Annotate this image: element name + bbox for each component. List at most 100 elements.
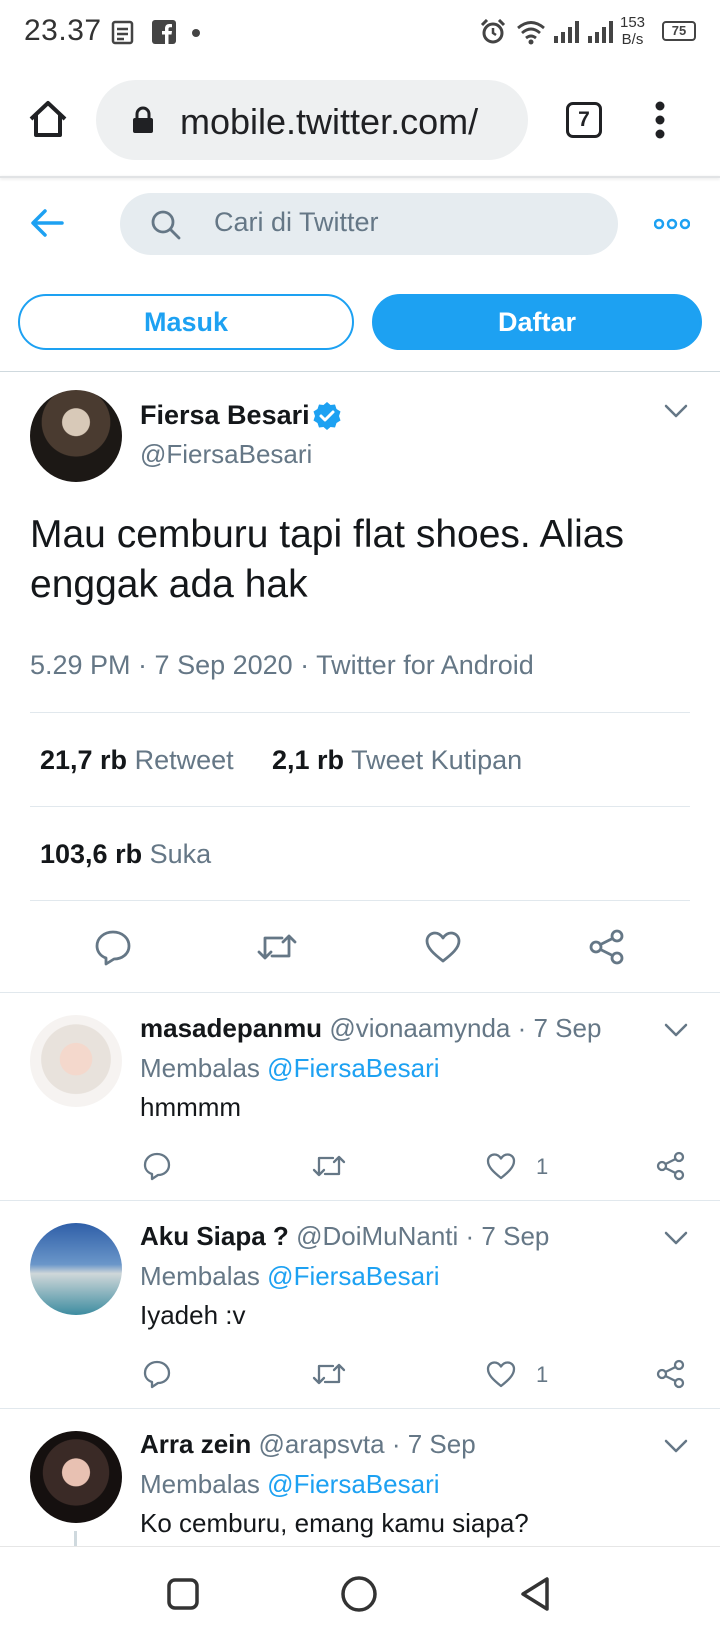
share-icon[interactable] xyxy=(656,1359,686,1389)
home-nav-icon[interactable] xyxy=(340,1575,378,1613)
quotes-count: 2,1 rb xyxy=(272,745,345,775)
search-bar[interactable] xyxy=(120,193,618,255)
replying-to: Membalas @FiersaBesari xyxy=(140,1053,440,1084)
stats-divider-middle xyxy=(30,806,690,807)
reply-like-count: 1 xyxy=(536,1154,549,1179)
url-bar[interactable]: mobile.twitter.com/ xyxy=(96,80,528,160)
reply-icon[interactable] xyxy=(94,928,132,966)
status-time: 23.37 xyxy=(24,14,102,47)
reply-avatar[interactable] xyxy=(30,1015,122,1107)
reply-avatar[interactable] xyxy=(30,1431,122,1523)
reply-header: masadepanmu @vionaamynda · 7 Sep xyxy=(140,1013,601,1044)
replying-to: Membalas @FiersaBesari xyxy=(140,1469,440,1500)
reply-author-handle[interactable]: @DoiMuNanti xyxy=(296,1221,458,1251)
reply-author-name[interactable]: masadepanmu xyxy=(140,1013,322,1043)
tweet-text: Mau cemburu tapi flat shoes. Alias engga… xyxy=(30,513,624,606)
likes-stat[interactable]: 103,6 rb Suka xyxy=(40,839,211,870)
retweets-count: 21,7 rb xyxy=(40,745,128,775)
search-icon xyxy=(151,210,181,240)
reply-author-name[interactable]: Aku Siapa ? xyxy=(140,1221,289,1251)
reply-caret-icon[interactable] xyxy=(664,1023,688,1037)
status-bar: 23.37 153 B/s 75 xyxy=(0,0,720,66)
more-options-icon[interactable] xyxy=(654,218,690,230)
retweet-icon[interactable] xyxy=(256,930,298,964)
reply-header: Aku Siapa ? @DoiMuNanti · 7 Sep xyxy=(140,1221,549,1252)
replying-to-handle[interactable]: @FiersaBesari xyxy=(267,1053,439,1083)
like-icon[interactable] xyxy=(486,1152,516,1180)
news-notification-icon xyxy=(111,20,134,45)
quotes-stat[interactable]: 2,1 rb Tweet Kutipan xyxy=(272,745,522,776)
replying-to-prefix: Membalas xyxy=(140,1469,260,1499)
reply-date: · 7 Sep xyxy=(465,1221,550,1251)
reply-date: · 7 Sep xyxy=(391,1429,476,1459)
retweets-label: Retweet xyxy=(134,745,234,775)
login-button[interactable]: Masuk xyxy=(18,294,354,350)
retweet-icon[interactable] xyxy=(312,1152,346,1180)
reply-author-handle[interactable]: @arapsvta xyxy=(259,1429,385,1459)
network-speed: 153 B/s xyxy=(620,14,645,48)
thread-line xyxy=(74,1531,77,1546)
like-icon[interactable] xyxy=(486,1360,516,1388)
reply-author-handle[interactable]: @vionaamynda xyxy=(329,1013,510,1043)
lock-icon xyxy=(133,106,153,133)
back-nav-icon[interactable] xyxy=(518,1575,552,1613)
likes-count: 103,6 rb xyxy=(40,839,143,869)
likes-label: Suka xyxy=(149,839,212,869)
author-name-text[interactable]: Fiersa Besari xyxy=(140,400,310,430)
browser-menu-icon[interactable] xyxy=(654,100,666,140)
home-icon[interactable] xyxy=(28,100,68,138)
retweet-icon[interactable] xyxy=(312,1360,346,1388)
stats-divider-top xyxy=(30,712,690,713)
reply-caret-icon[interactable] xyxy=(664,1439,688,1453)
network-speed-value: 153 xyxy=(620,14,646,31)
author-avatar[interactable] xyxy=(30,390,122,482)
signup-button[interactable]: Daftar xyxy=(372,294,702,350)
reply-item[interactable]: Aku Siapa ? @DoiMuNanti · 7 Sep Membalas… xyxy=(0,1201,720,1409)
back-arrow-icon[interactable] xyxy=(30,208,64,238)
replying-to: Membalas @FiersaBesari xyxy=(140,1261,440,1292)
reply-icon[interactable] xyxy=(142,1151,172,1181)
header-divider xyxy=(0,371,720,372)
alarm-icon xyxy=(480,19,506,44)
signal-sim1-icon xyxy=(554,21,579,43)
facebook-notification-icon xyxy=(152,20,176,44)
battery-icon: 75 xyxy=(662,21,696,41)
replying-to-prefix: Membalas xyxy=(140,1261,260,1291)
wifi-icon xyxy=(517,21,545,45)
browser-toolbar-divider xyxy=(0,176,720,178)
reply-text: hmmmm xyxy=(140,1092,242,1122)
tweet-caret-icon[interactable] xyxy=(664,404,688,418)
network-speed-unit: B/s xyxy=(621,31,644,48)
author-name[interactable]: Fiersa Besari xyxy=(140,400,310,431)
url-text: mobile.twitter.com/ xyxy=(180,101,479,142)
reply-author-name[interactable]: Arra zein xyxy=(140,1429,251,1459)
tweet-meta: 5.29 PM · 7 Sep 2020 · Twitter for Andro… xyxy=(30,650,534,680)
reply-icon[interactable] xyxy=(142,1359,172,1389)
reply-like-count: 1 xyxy=(536,1362,549,1387)
reply-avatar[interactable] xyxy=(30,1223,122,1315)
reply-item[interactable]: masadepanmu @vionaamynda · 7 Sep Membala… xyxy=(0,993,720,1201)
reply-text: Iyadeh :v xyxy=(140,1300,246,1330)
signal-sim2-icon xyxy=(588,21,613,43)
tab-switcher-button[interactable]: 7 xyxy=(566,102,602,138)
reply-date: · 7 Sep xyxy=(517,1013,602,1043)
more-notifications-dot xyxy=(192,29,200,37)
replying-to-handle[interactable]: @FiersaBesari xyxy=(267,1261,439,1291)
search-input[interactable] xyxy=(214,207,594,238)
reply-header: Arra zein @arapsvta · 7 Sep xyxy=(140,1429,476,1460)
replying-to-prefix: Membalas xyxy=(140,1053,260,1083)
author-handle[interactable]: @FiersaBesari xyxy=(140,439,312,470)
share-icon[interactable] xyxy=(588,928,626,966)
verified-badge-icon xyxy=(313,402,341,430)
like-icon[interactable] xyxy=(424,930,462,964)
reply-item[interactable]: Arra zein @arapsvta · 7 Sep Membalas @Fi… xyxy=(0,1409,720,1546)
quotes-label: Tweet Kutipan xyxy=(351,745,523,775)
reply-caret-icon[interactable] xyxy=(664,1231,688,1245)
share-icon[interactable] xyxy=(656,1151,686,1181)
reply-text: Ko cemburu, emang kamu siapa? xyxy=(140,1508,529,1538)
replying-to-handle[interactable]: @FiersaBesari xyxy=(267,1469,439,1499)
recent-apps-icon[interactable] xyxy=(166,1577,200,1611)
system-navigation-bar xyxy=(0,1546,720,1640)
retweets-stat[interactable]: 21,7 rb Retweet xyxy=(40,745,234,776)
stats-divider-bottom xyxy=(30,900,690,901)
